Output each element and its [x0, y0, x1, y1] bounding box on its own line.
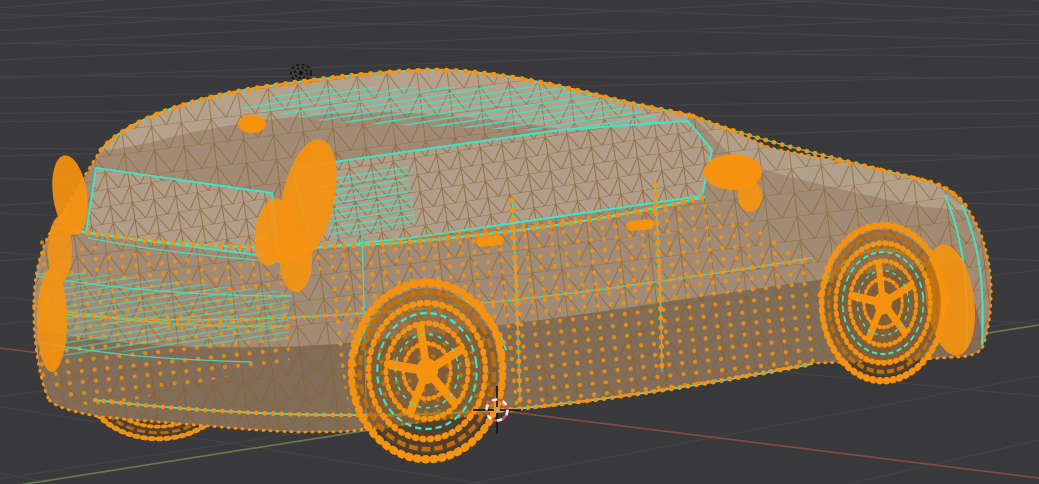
3d-viewport[interactable]: [0, 0, 1039, 484]
door-handle: [267, 251, 290, 262]
point-light-icon[interactable]: [290, 63, 312, 83]
roof-antenna: [238, 115, 266, 133]
scene-svg: [0, 0, 1039, 484]
